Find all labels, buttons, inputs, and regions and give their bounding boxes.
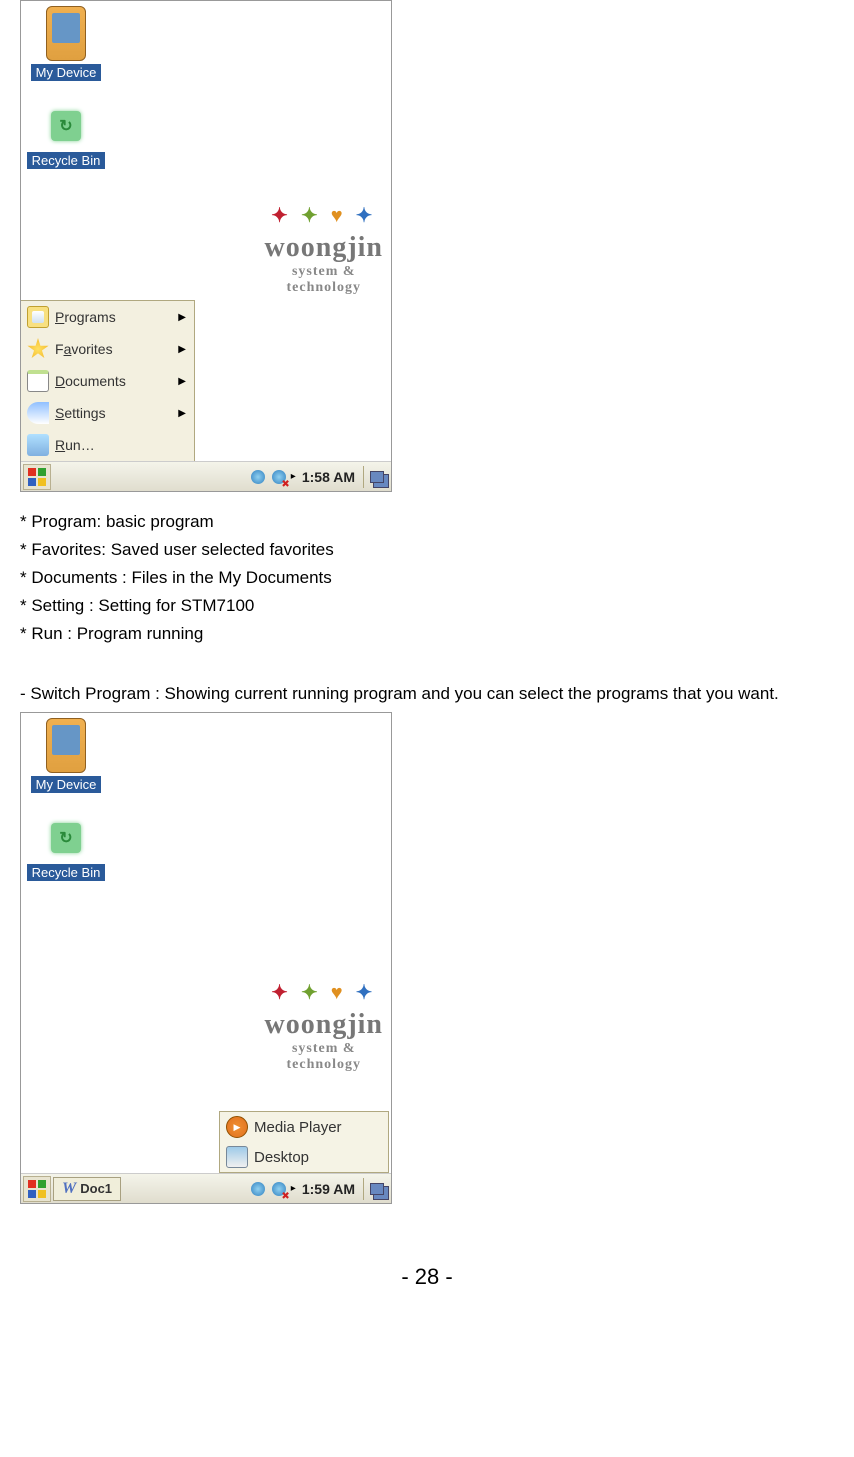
- chevron-right-icon: ▶: [178, 344, 186, 355]
- screenshot-switch-program: My Device ↻ Recycle Bin ✦ ✦ ♥ ✦ woongjin…: [20, 712, 392, 1204]
- logo-tag1: system &: [265, 264, 383, 280]
- switch-item-media-player[interactable]: Media Player: [220, 1112, 388, 1142]
- star-icon: [27, 338, 49, 360]
- my-device-icon[interactable]: My Device: [21, 6, 111, 82]
- windows-flag-icon: [28, 468, 46, 486]
- system-tray: ▸ 1:59 AM: [249, 1178, 389, 1200]
- desktop-area: My Device ↻ Recycle Bin ✦ ✦ ♥ ✦ woongjin…: [21, 1, 391, 461]
- system-tray: ▸ 1:58 AM: [249, 466, 389, 488]
- pda-device-icon: [46, 6, 86, 61]
- switch-item-desktop[interactable]: Desktop: [220, 1142, 388, 1172]
- note-program: * Program: basic program: [20, 512, 834, 532]
- note-run: * Run : Program running: [20, 624, 834, 644]
- chevron-right-icon: ▶: [178, 408, 186, 419]
- recycle-icon: ↻: [41, 813, 91, 861]
- taskbar-app-label: Doc1: [80, 1181, 112, 1196]
- document-icon: [27, 370, 49, 392]
- programs-folder-icon: [27, 306, 49, 328]
- switch-program-button[interactable]: [363, 466, 389, 488]
- tray-separator: ▸: [291, 1183, 296, 1194]
- logo-brand: woongjin: [265, 1009, 383, 1041]
- desktop-area: My Device ↻ Recycle Bin ✦ ✦ ♥ ✦ woongjin…: [21, 713, 391, 1173]
- my-device-label: My Device: [31, 64, 102, 81]
- recycle-bin-label: Recycle Bin: [27, 864, 106, 881]
- logo-tag2: technology: [265, 280, 383, 296]
- taskbar: W Doc1 ▸ 1:59 AM: [21, 1173, 391, 1203]
- menu-settings[interactable]: Settings ▶: [21, 397, 194, 429]
- note-favorites: * Favorites: Saved user selected favorit…: [20, 540, 834, 560]
- settings-icon: [27, 402, 49, 424]
- screenshot-start-menu: My Device ↻ Recycle Bin ✦ ✦ ♥ ✦ woongjin…: [20, 0, 392, 492]
- windows-flag-icon: [28, 1180, 46, 1198]
- notes-block: * Program: basic program * Favorites: Sa…: [20, 512, 834, 704]
- taskbar: ▸ 1:58 AM: [21, 461, 391, 491]
- desktop-icon: [226, 1146, 248, 1168]
- taskbar-app-doc1[interactable]: W Doc1: [53, 1177, 121, 1201]
- menu-run[interactable]: Run…: [21, 429, 194, 461]
- menu-programs[interactable]: Programs ▶: [21, 301, 194, 333]
- start-button[interactable]: [23, 1176, 51, 1202]
- woongjin-logo: ✦ ✦ ♥ ✦ woongjin system & technology: [265, 989, 383, 1073]
- menu-documents[interactable]: Documents ▶: [21, 365, 194, 397]
- logo-tag2: technology: [265, 1057, 383, 1073]
- taskbar-clock[interactable]: 1:59 AM: [299, 1181, 358, 1197]
- media-player-icon: [226, 1116, 248, 1138]
- chevron-right-icon: ▶: [178, 312, 186, 323]
- start-menu: Programs ▶ Favorites ▶ Documents ▶ Setti…: [21, 300, 195, 461]
- network-icon[interactable]: [249, 468, 267, 486]
- chevron-right-icon: ▶: [178, 376, 186, 387]
- network-disconnected-icon[interactable]: [270, 468, 288, 486]
- woongjin-logo: ✦ ✦ ♥ ✦ woongjin system & technology: [265, 212, 383, 296]
- note-switch-program: - Switch Program : Showing current runni…: [20, 684, 834, 704]
- start-button[interactable]: [23, 464, 51, 490]
- logo-brand: woongjin: [265, 232, 383, 264]
- my-device-label: My Device: [31, 776, 102, 793]
- switch-media-label: Media Player: [254, 1119, 342, 1136]
- switch-desktop-label: Desktop: [254, 1149, 309, 1166]
- logo-tag1: system &: [265, 1041, 383, 1057]
- tray-separator: ▸: [291, 471, 296, 482]
- note-documents: * Documents : Files in the My Documents: [20, 568, 834, 588]
- switch-program-popup: Media Player Desktop: [219, 1111, 389, 1173]
- note-setting: * Setting : Setting for STM7100: [20, 596, 834, 616]
- switch-program-button[interactable]: [363, 1178, 389, 1200]
- menu-favorites[interactable]: Favorites ▶: [21, 333, 194, 365]
- network-icon[interactable]: [249, 1180, 267, 1198]
- word-app-icon: W: [62, 1180, 76, 1198]
- page-number: - 28 -: [20, 1264, 834, 1290]
- network-disconnected-icon[interactable]: [270, 1180, 288, 1198]
- taskbar-clock[interactable]: 1:58 AM: [299, 469, 358, 485]
- recycle-icon: ↻: [41, 101, 91, 149]
- pda-device-icon: [46, 718, 86, 773]
- recycle-bin-icon[interactable]: ↻ Recycle Bin: [21, 813, 111, 882]
- recycle-bin-label: Recycle Bin: [27, 152, 106, 169]
- recycle-bin-icon[interactable]: ↻ Recycle Bin: [21, 101, 111, 170]
- run-icon: [27, 434, 49, 456]
- my-device-icon[interactable]: My Device: [21, 718, 111, 794]
